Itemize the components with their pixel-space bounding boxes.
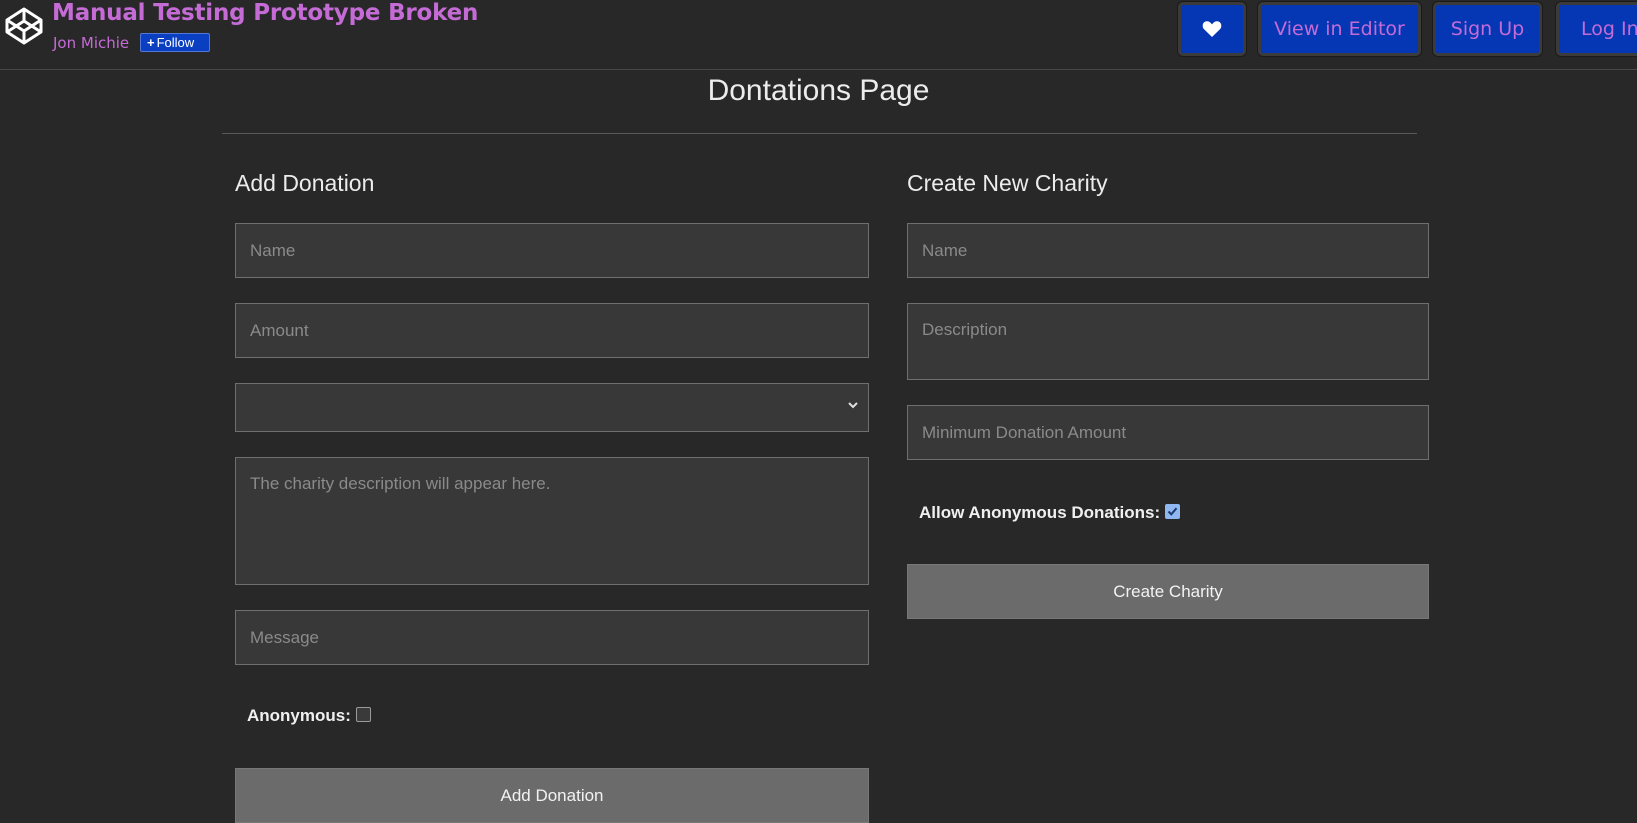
anonymous-checkbox[interactable]	[355, 706, 371, 722]
charity-select[interactable]	[235, 383, 869, 432]
minimum-donation-input[interactable]: Minimum Donation Amount	[907, 405, 1429, 460]
author-link[interactable]: Jon Michie	[53, 34, 129, 52]
allow-anonymous-row: Allow Anonymous Donations:	[919, 503, 1181, 523]
page-title: Dontations Page	[707, 74, 930, 107]
heart-button[interactable]	[1178, 2, 1246, 56]
view-in-editor-button[interactable]: View in Editor	[1258, 2, 1421, 56]
charity-description-textarea[interactable]: The charity description will appear here…	[235, 457, 869, 585]
allow-anonymous-label: Allow Anonymous Donations:	[919, 503, 1161, 522]
pen-title[interactable]: Manual Testing Prototype Broken	[52, 0, 478, 26]
add-donation-button[interactable]: Add Donation	[235, 768, 869, 823]
donation-amount-input[interactable]: Amount	[235, 303, 869, 358]
log-in-button[interactable]: Log In	[1556, 2, 1637, 56]
message-input[interactable]: Message	[235, 610, 869, 665]
anonymous-row: Anonymous:	[247, 706, 371, 726]
checkmark-icon	[1167, 507, 1178, 516]
allow-anonymous-checkbox[interactable]	[1165, 503, 1181, 519]
chevron-down-icon	[848, 402, 858, 409]
charity-description-input[interactable]: Description	[907, 303, 1429, 380]
plus-icon: +	[147, 35, 155, 50]
heart-icon	[1202, 21, 1222, 37]
sign-up-button[interactable]: Sign Up	[1433, 2, 1542, 56]
follow-label: Follow	[156, 35, 195, 50]
charity-name-input[interactable]: Name	[907, 223, 1429, 278]
create-charity-button[interactable]: Create Charity	[907, 564, 1429, 619]
donor-name-input[interactable]: Name	[235, 223, 869, 278]
header-bar: Manual Testing Prototype Broken Jon Mich…	[0, 0, 1637, 70]
anonymous-label: Anonymous:	[247, 706, 351, 725]
follow-button[interactable]: + Follow	[140, 33, 210, 52]
add-donation-heading: Add Donation	[235, 170, 375, 196]
title-divider	[222, 133, 1417, 134]
create-charity-heading: Create New Charity	[907, 170, 1108, 196]
codepen-logo-icon[interactable]	[4, 6, 44, 46]
